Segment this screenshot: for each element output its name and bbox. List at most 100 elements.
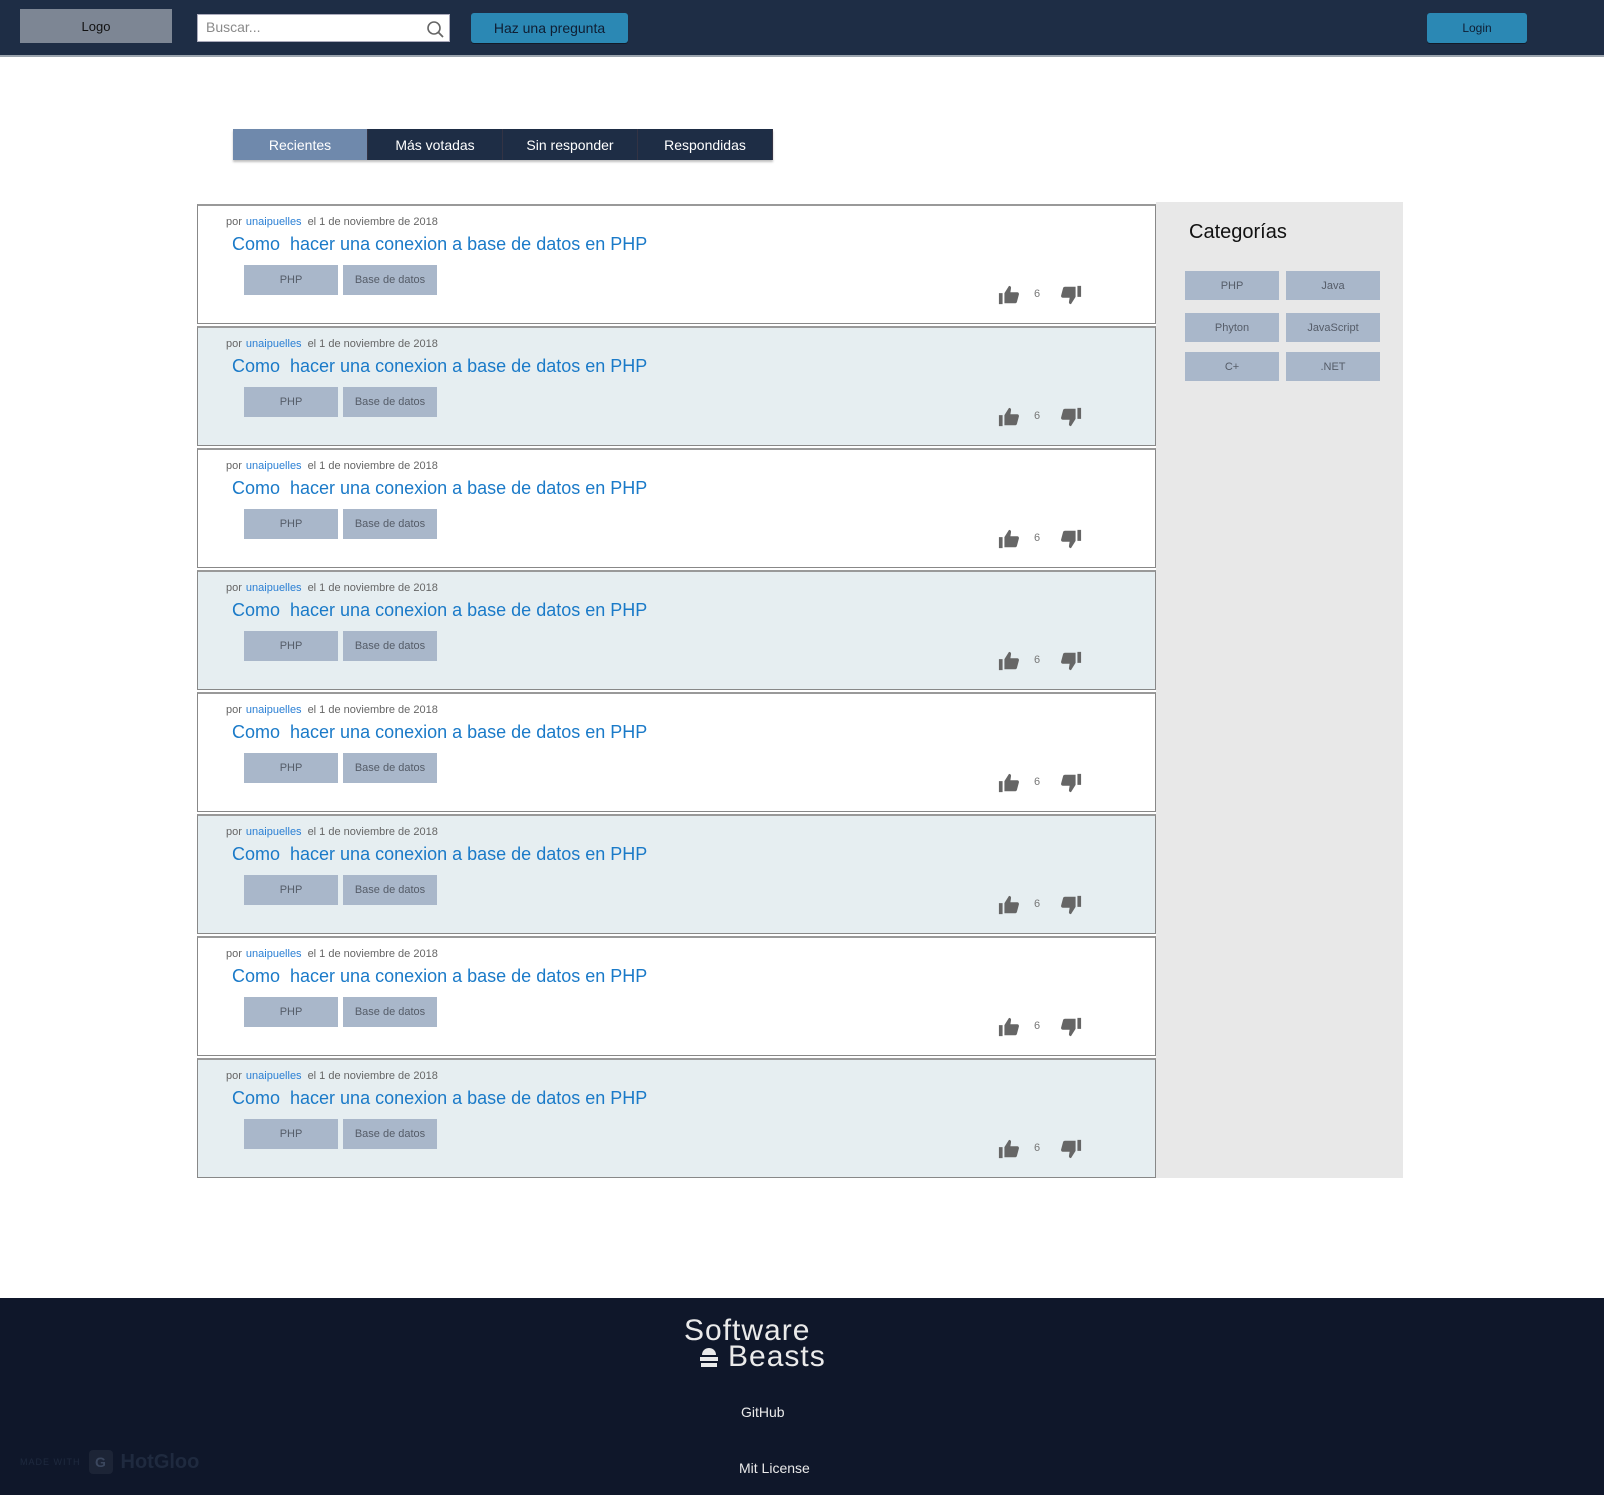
by-label: por [226, 704, 242, 716]
thumbs-down-icon[interactable] [1060, 894, 1082, 916]
category-c-plus[interactable]: C+ [1185, 352, 1279, 381]
question-title[interactable]: Como hacer una conexion a base de datos … [232, 234, 647, 255]
vote-controls: 6 [998, 528, 1088, 552]
vote-controls: 6 [998, 406, 1088, 430]
search-box[interactable] [197, 14, 450, 42]
tab-sin-responder[interactable]: Sin responder [503, 129, 638, 160]
tab-mas-votadas[interactable]: Más votadas [368, 129, 503, 160]
by-label: por [226, 582, 242, 594]
question-meta: por unaipuelles el 1 de noviembre de 2018 [226, 1070, 438, 1082]
logo[interactable]: Logo [20, 9, 172, 43]
author-link[interactable]: unaipuelles [246, 826, 302, 838]
vote-controls: 6 [998, 894, 1088, 918]
tag-php[interactable]: PHP [244, 875, 338, 905]
thumbs-up-icon[interactable] [998, 894, 1020, 916]
tag-php[interactable]: PHP [244, 509, 338, 539]
tag-php[interactable]: PHP [244, 997, 338, 1027]
question-date: el 1 de noviembre de 2018 [307, 826, 438, 838]
brand-line-2-text: Beasts [728, 1340, 826, 1373]
by-label: por [226, 460, 242, 472]
made-with-label: MADE WITH [20, 1457, 81, 1467]
categories-sidebar: Categorías PHP Java Phyton JavaScript C+… [1156, 202, 1403, 1178]
question-filter-tabs: Recientes Más votadas Sin responder Resp… [233, 129, 773, 160]
question-title[interactable]: Como hacer una conexion a base de datos … [232, 478, 647, 499]
question-title[interactable]: Como hacer una conexion a base de datos … [232, 722, 647, 743]
hat-icon [700, 1348, 718, 1367]
vote-count: 6 [1034, 410, 1041, 422]
thumbs-up-icon[interactable] [998, 1016, 1020, 1038]
question-title[interactable]: Como hacer una conexion a base de datos … [232, 356, 647, 377]
tag-php[interactable]: PHP [244, 753, 338, 783]
category-php[interactable]: PHP [1185, 271, 1279, 300]
tag-base-de-datos[interactable]: Base de datos [343, 509, 437, 539]
thumbs-down-icon[interactable] [1060, 650, 1082, 672]
made-with-badge: MADE WITH G HotGloo [20, 1450, 199, 1474]
question-title[interactable]: Como hacer una conexion a base de datos … [232, 966, 647, 987]
tag-base-de-datos[interactable]: Base de datos [343, 265, 437, 295]
question-title[interactable]: Como hacer una conexion a base de datos … [232, 1088, 647, 1109]
category-phyton[interactable]: Phyton [1185, 313, 1279, 342]
thumbs-up-icon[interactable] [998, 650, 1020, 672]
thumbs-down-icon[interactable] [1060, 406, 1082, 428]
vote-count: 6 [1034, 1020, 1041, 1032]
thumbs-up-icon[interactable] [998, 528, 1020, 550]
github-link[interactable]: GitHub [741, 1404, 785, 1420]
question-title[interactable]: Como hacer una conexion a base de datos … [232, 844, 647, 865]
tag-php[interactable]: PHP [244, 1119, 338, 1149]
question-item: por unaipuelles el 1 de noviembre de 2018 … [197, 326, 1156, 446]
author-link[interactable]: unaipuelles [246, 460, 302, 472]
tag-php[interactable]: PHP [244, 631, 338, 661]
question-meta: por unaipuelles el 1 de noviembre de 2018 [226, 948, 438, 960]
by-label: por [226, 948, 242, 960]
thumbs-down-icon[interactable] [1060, 528, 1082, 550]
thumbs-down-icon[interactable] [1060, 1138, 1082, 1160]
tag-php[interactable]: PHP [244, 387, 338, 417]
author-link[interactable]: unaipuelles [246, 582, 302, 594]
thumbs-up-icon[interactable] [998, 406, 1020, 428]
search-input[interactable] [198, 15, 434, 39]
tag-base-de-datos[interactable]: Base de datos [343, 875, 437, 905]
question-date: el 1 de noviembre de 2018 [307, 338, 438, 350]
thumbs-down-icon[interactable] [1060, 284, 1082, 306]
author-link[interactable]: unaipuelles [246, 1070, 302, 1082]
author-link[interactable]: unaipuelles [246, 948, 302, 960]
tab-recientes[interactable]: Recientes [233, 129, 368, 160]
category-java[interactable]: Java [1286, 271, 1380, 300]
tag-php[interactable]: PHP [244, 265, 338, 295]
thumbs-down-icon[interactable] [1060, 1016, 1082, 1038]
question-list: por unaipuelles el 1 de noviembre de 2018 … [197, 204, 1156, 1180]
question-date: el 1 de noviembre de 2018 [307, 1070, 438, 1082]
thumbs-down-icon[interactable] [1060, 772, 1082, 794]
question-item: por unaipuelles el 1 de noviembre de 2018 … [197, 448, 1156, 568]
question-meta: por unaipuelles el 1 de noviembre de 2018 [226, 826, 438, 838]
tab-respondidas[interactable]: Respondidas [638, 129, 773, 160]
category-dotnet[interactable]: .NET [1286, 352, 1380, 381]
thumbs-up-icon[interactable] [998, 772, 1020, 794]
ask-question-button[interactable]: Haz una pregunta [471, 13, 628, 43]
mit-license-link[interactable]: Mit License [739, 1460, 810, 1476]
question-meta: por unaipuelles el 1 de noviembre de 2018 [226, 460, 438, 472]
by-label: por [226, 216, 242, 228]
tag-base-de-datos[interactable]: Base de datos [343, 387, 437, 417]
tag-base-de-datos[interactable]: Base de datos [343, 631, 437, 661]
login-button[interactable]: Login [1427, 13, 1527, 43]
category-javascript[interactable]: JavaScript [1286, 313, 1380, 342]
question-meta: por unaipuelles el 1 de noviembre de 2018 [226, 582, 438, 594]
author-link[interactable]: unaipuelles [246, 704, 302, 716]
search-icon[interactable] [425, 19, 445, 39]
question-meta: por unaipuelles el 1 de noviembre de 2018 [226, 704, 438, 716]
question-item: por unaipuelles el 1 de noviembre de 2018 … [197, 1058, 1156, 1178]
tag-base-de-datos[interactable]: Base de datos [343, 753, 437, 783]
question-title[interactable]: Como hacer una conexion a base de datos … [232, 600, 647, 621]
by-label: por [226, 826, 242, 838]
tag-base-de-datos[interactable]: Base de datos [343, 1119, 437, 1149]
question-date: el 1 de noviembre de 2018 [307, 582, 438, 594]
author-link[interactable]: unaipuelles [246, 338, 302, 350]
vote-controls: 6 [998, 284, 1088, 308]
tag-base-de-datos[interactable]: Base de datos [343, 997, 437, 1027]
thumbs-up-icon[interactable] [998, 284, 1020, 306]
thumbs-up-icon[interactable] [998, 1138, 1020, 1160]
author-link[interactable]: unaipuelles [246, 216, 302, 228]
vote-count: 6 [1034, 532, 1041, 544]
hotgloo-name: HotGloo [120, 1450, 200, 1473]
